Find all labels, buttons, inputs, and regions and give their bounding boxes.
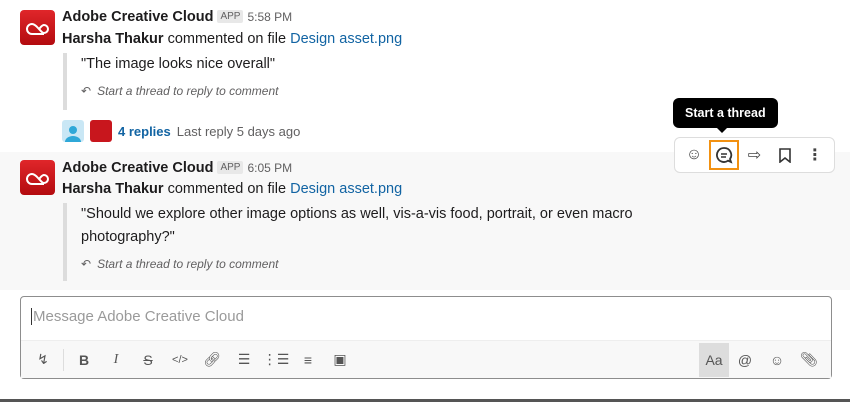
emoji-icon[interactable]: ☺ <box>761 344 793 376</box>
shortcuts-lightning-icon[interactable]: ↯ <box>27 344 59 376</box>
creative-cloud-icon <box>25 22 49 35</box>
hint-text: Start a thread to reply to comment <box>97 257 279 271</box>
ordered-list-icon[interactable]: ☰ <box>228 344 260 376</box>
start-thread-icon[interactable] <box>709 140 740 170</box>
creative-cloud-icon <box>25 172 49 185</box>
replies-bar[interactable]: 4 replies Last reply 5 days ago <box>62 120 300 142</box>
comment-quote: "Should we explore other image options a… <box>63 203 641 281</box>
sender-name[interactable]: Adobe Creative Cloud <box>62 160 213 176</box>
more-options-icon[interactable]: ⋮ <box>800 140 830 170</box>
user-avatar <box>62 120 84 142</box>
quote-text: "The image looks nice overall" <box>81 56 276 72</box>
tooltip: Start a thread <box>673 98 778 133</box>
bookmark-icon[interactable] <box>770 140 800 170</box>
blockquote-icon[interactable]: ≡ <box>292 344 324 376</box>
thread-hint: ↶ Start a thread to reply to comment <box>81 84 641 98</box>
adobe-cc-avatar[interactable] <box>20 160 55 195</box>
message-actions: ☺ ⇨ ⋮ <box>674 137 835 173</box>
thread-hint: ↶ Start a thread to reply to comment <box>81 257 641 271</box>
formatting-toggle-button[interactable]: Aa <box>699 342 729 377</box>
author-name[interactable]: Harsha Thakur <box>62 31 164 47</box>
code-icon[interactable]: </> <box>164 344 196 376</box>
message-composer: Message Adobe Creative Cloud ↯ B I S </>… <box>20 296 832 379</box>
timestamp[interactable]: 5:58 PM <box>247 10 292 24</box>
link-icon[interactable]: 🔗︎ <box>196 344 228 376</box>
message-input[interactable]: Message Adobe Creative Cloud <box>21 297 831 340</box>
app-badge: APP <box>217 10 244 23</box>
file-link[interactable]: Design asset.png <box>290 31 402 47</box>
reply-arrow-icon: ↶ <box>81 84 92 98</box>
bulleted-list-icon[interactable]: ⋮☰ <box>260 344 292 376</box>
author-name[interactable]: Harsha Thakur <box>62 181 164 197</box>
adobe-cc-avatar[interactable] <box>20 10 55 45</box>
action-text: commented on file <box>167 181 287 197</box>
reply-arrow-icon: ↶ <box>81 257 92 271</box>
attachment-icon[interactable]: 📎︎ <box>793 344 825 376</box>
app-badge: APP <box>217 161 244 174</box>
sender-name[interactable]: Adobe Creative Cloud <box>62 9 213 25</box>
replies-link[interactable]: 4 replies <box>118 124 171 139</box>
add-reaction-icon[interactable]: ☺ <box>679 140 709 170</box>
mention-icon[interactable]: @ <box>729 344 761 376</box>
divider <box>63 348 64 371</box>
hint-text: Start a thread to reply to comment <box>97 84 279 98</box>
bold-icon[interactable]: B <box>68 344 100 376</box>
code-block-icon[interactable]: ▣ <box>324 344 356 376</box>
italic-icon[interactable]: I <box>100 344 132 376</box>
file-link[interactable]: Design asset.png <box>290 181 402 197</box>
timestamp[interactable]: 6:05 PM <box>247 161 292 175</box>
comment-quote: "The image looks nice overall" ↶ Start a … <box>63 53 641 110</box>
format-toolbar: ↯ B I S </> 🔗︎ ☰ ⋮☰ ≡ ▣ Aa @ ☺ 📎︎ <box>21 340 831 378</box>
input-placeholder: Message Adobe Creative Cloud <box>31 308 244 325</box>
share-arrow-icon[interactable]: ⇨ <box>739 140 769 170</box>
adobe-avatar-small <box>90 120 112 142</box>
last-reply: Last reply 5 days ago <box>176 123 301 139</box>
action-text: commented on file <box>167 31 287 47</box>
quote-text: "Should we explore other image options a… <box>81 206 633 245</box>
strikethrough-icon[interactable]: S <box>132 344 164 376</box>
